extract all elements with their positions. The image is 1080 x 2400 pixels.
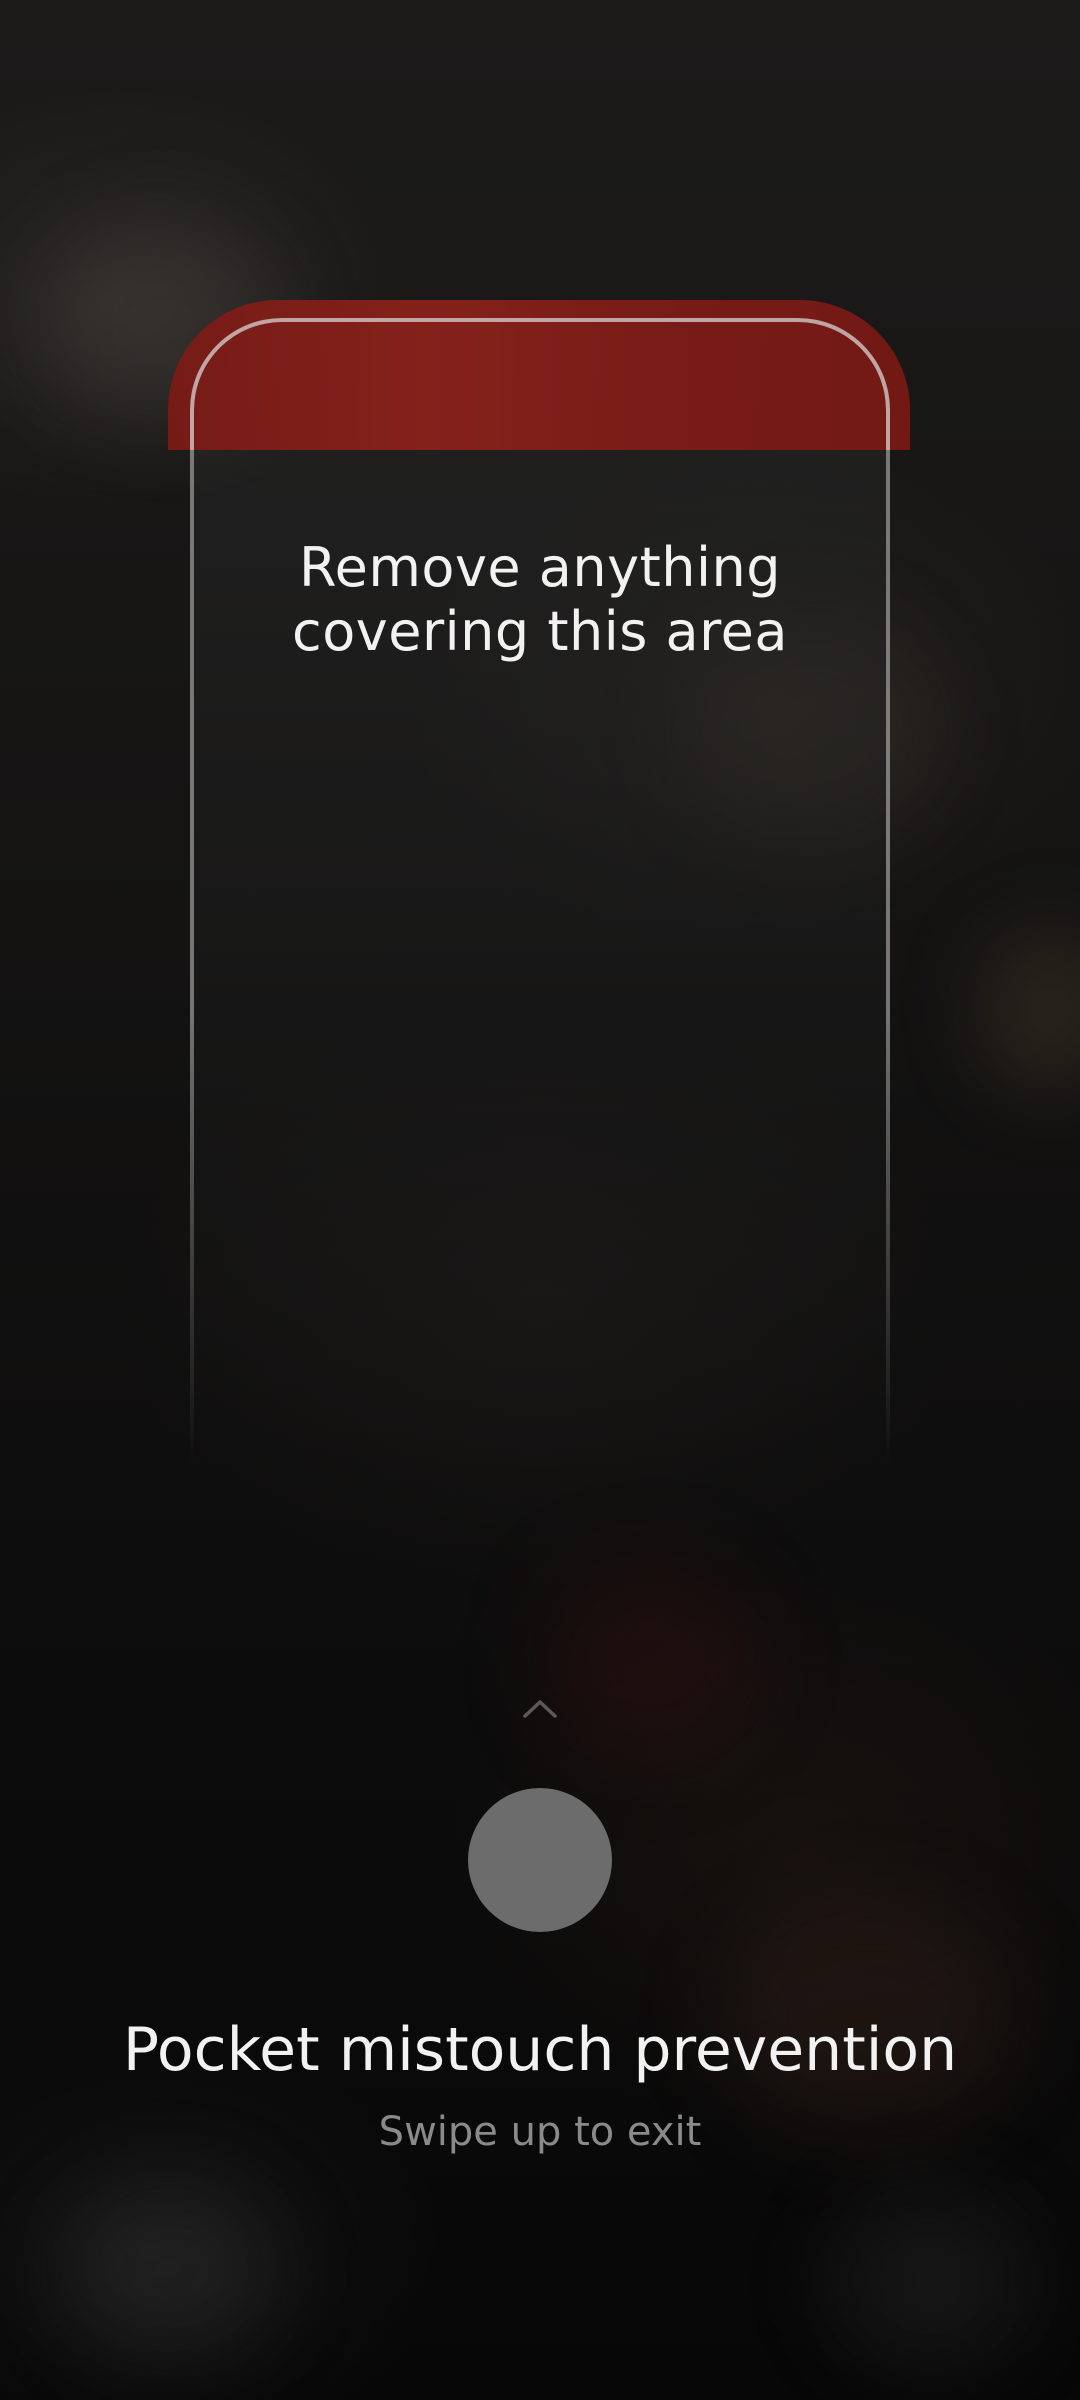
page-title: Pocket mistouch prevention — [122, 2015, 958, 2085]
exit-hint: Swipe up to exit — [378, 2109, 702, 2155]
swipe-up-handle[interactable] — [468, 1788, 612, 1932]
phone-outline — [190, 318, 890, 1468]
cover-area-message: Remove anything covering this area — [292, 536, 788, 663]
pocket-mode-screen: Remove anything covering this area Pocke… — [0, 0, 1080, 2400]
chevron-up-icon — [523, 1700, 557, 1718]
